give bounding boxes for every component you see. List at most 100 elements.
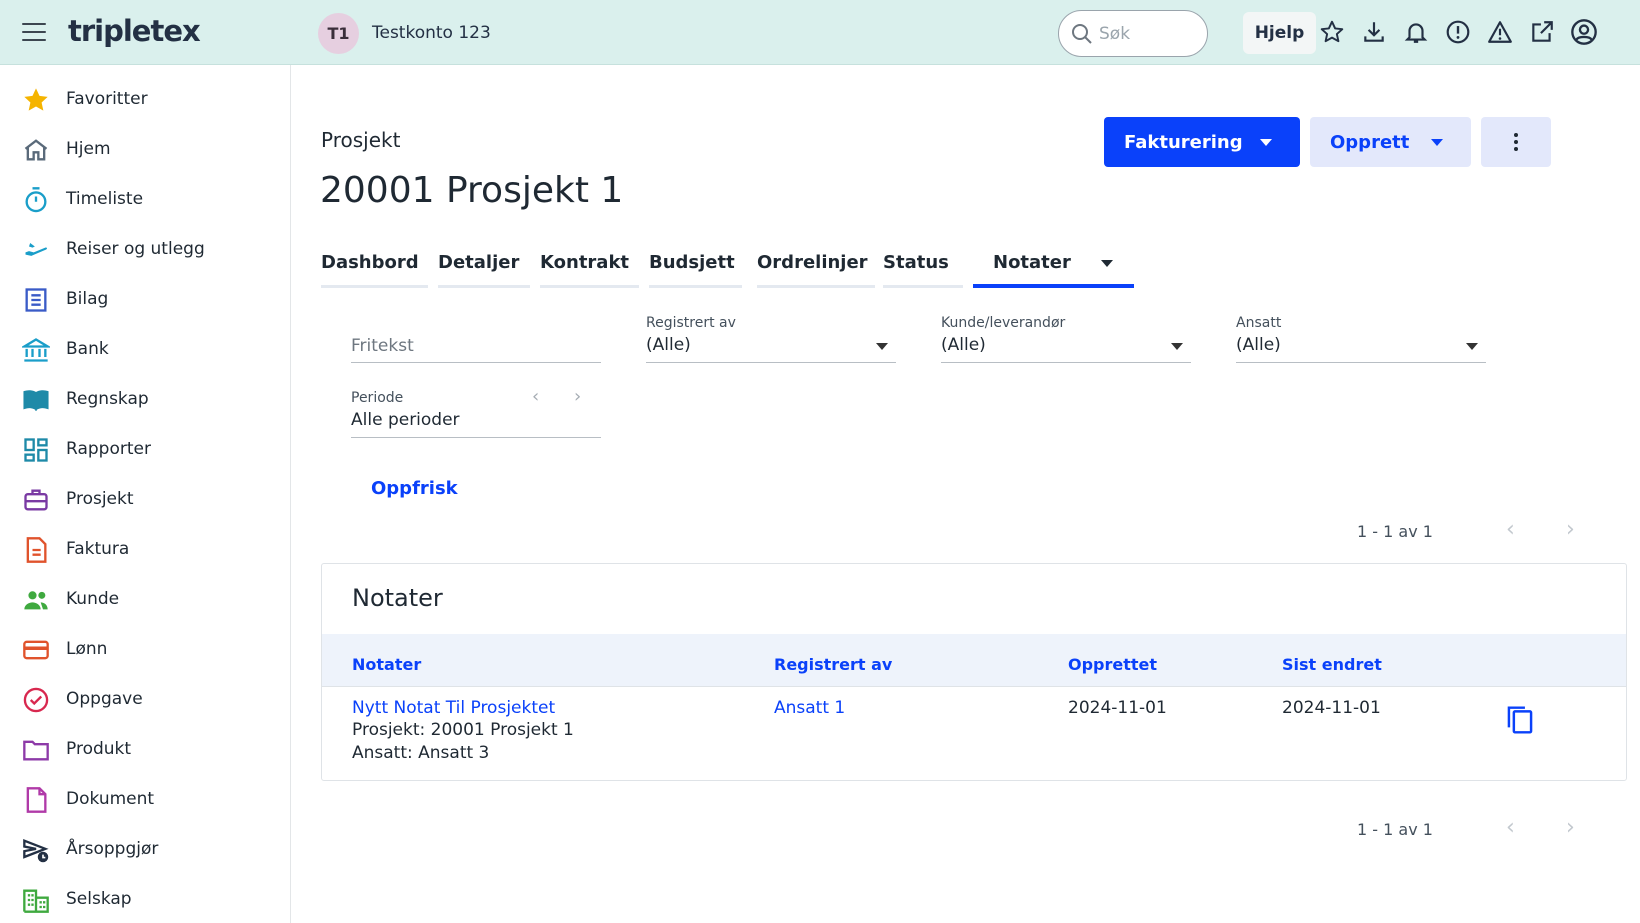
sidebar-item-faktura[interactable]: Faktura — [0, 526, 290, 572]
caret-down-icon — [1100, 259, 1113, 267]
sidebar-item-favoritter[interactable]: Favoritter — [0, 76, 290, 122]
sidebar-item-produkt[interactable]: Produkt — [0, 726, 290, 772]
star-icon[interactable] — [1318, 18, 1346, 46]
chevron-right-icon[interactable]: › — [1566, 815, 1575, 840]
column-header-sist-endret[interactable]: Sist endret — [1282, 655, 1382, 674]
ansatt-label: Ansatt — [1236, 315, 1282, 331]
sidebar-item-label: Produkt — [66, 739, 132, 759]
modified-date: 2024-11-01 — [1282, 698, 1381, 718]
menu-icon[interactable] — [22, 23, 46, 41]
book-icon — [23, 390, 49, 411]
search-input[interactable]: Søk — [1058, 10, 1208, 57]
tab-budsjett[interactable]: Budsjett — [649, 240, 742, 288]
help-button[interactable]: Hjelp — [1243, 12, 1316, 54]
warning-icon[interactable] — [1486, 18, 1514, 46]
company-switcher[interactable]: T1 Testkonto 123 — [318, 12, 491, 54]
refresh-button[interactable]: Oppfrisk — [371, 478, 458, 499]
people-icon — [24, 591, 48, 610]
note-project: Prosjekt: 20001 Prosjekt 1 — [352, 720, 574, 740]
receipt-icon — [25, 288, 47, 312]
registrert-av-select[interactable]: Registrert av (Alle) — [646, 315, 896, 363]
column-header-opprettet[interactable]: Opprettet — [1068, 655, 1157, 674]
kunde-leverandor-label: Kunde/leverandør — [941, 315, 1066, 331]
sidebar-item-selskap[interactable]: Selskap — [0, 876, 290, 922]
column-header-notater[interactable]: Notater — [352, 655, 421, 674]
bell-icon[interactable] — [1402, 18, 1430, 46]
sidebar-item-label: Timeliste — [66, 189, 144, 209]
sidebar-item-label: Favoritter — [66, 89, 148, 109]
caret-down-icon — [876, 343, 888, 350]
sidebar-item-rapporter[interactable]: Rapporter — [0, 426, 290, 472]
more-options-button[interactable] — [1481, 117, 1551, 167]
stopwatch-icon — [25, 187, 47, 213]
note-title-link[interactable]: Nytt Notat Til Prosjektet — [352, 698, 555, 718]
sidebar-item-dokument[interactable]: Dokument — [0, 776, 290, 822]
bank-icon — [22, 338, 50, 362]
tab-dashbord[interactable]: Dashbord — [321, 240, 428, 288]
registrert-av-label: Registrert av — [646, 315, 736, 331]
registrert-av-value: (Alle) — [646, 335, 691, 355]
fakturering-label: Fakturering — [1124, 131, 1243, 153]
sidebar-item-label: Bank — [66, 339, 109, 359]
airplane-icon — [24, 243, 48, 260]
table-header: Notater Registrert av Opprettet Sist end… — [322, 634, 1626, 687]
home-icon — [24, 139, 48, 161]
sidebar-item-arsoppgjor[interactable]: Årsoppgjør — [0, 826, 290, 872]
breadcrumb[interactable]: Prosjekt — [321, 128, 400, 152]
sidebar-item-label: Prosjekt — [66, 489, 134, 509]
notes-card: Notater Notater Registrert av Opprettet … — [321, 563, 1627, 781]
sidebar-item-kunde[interactable]: Kunde — [0, 576, 290, 622]
sidebar-item-timeliste[interactable]: Timeliste — [0, 176, 290, 222]
sidebar-item-prosjekt[interactable]: Prosjekt — [0, 476, 290, 522]
fritekst-field[interactable]: Fritekst — [351, 315, 601, 363]
page-title: 20001 Prosjekt 1 — [320, 170, 624, 211]
chevron-left-icon[interactable]: ‹ — [1506, 815, 1515, 840]
created-date: 2024-11-01 — [1068, 698, 1167, 718]
registered-by-link[interactable]: Ansatt 1 — [774, 698, 845, 718]
fritekst-placeholder: Fritekst — [351, 336, 414, 356]
top-bar: tripletex T1 Testkonto 123 Søk Hjelp — [0, 0, 1640, 65]
sidebar-item-reiser[interactable]: Reiser og utlegg — [0, 226, 290, 272]
fakturering-button[interactable]: Fakturering — [1104, 117, 1300, 167]
tripletex-logo[interactable]: tripletex — [68, 14, 201, 48]
sidebar-item-lonn[interactable]: Lønn — [0, 626, 290, 672]
chevron-right-icon[interactable]: › — [574, 386, 581, 407]
periode-field[interactable]: Periode Alle perioder — [351, 390, 601, 438]
sidebar-item-oppgave[interactable]: Oppgave — [0, 676, 290, 722]
opprett-button[interactable]: Opprett — [1310, 117, 1471, 167]
sidebar-item-bilag[interactable]: Bilag — [0, 276, 290, 322]
copy-icon[interactable] — [1505, 704, 1535, 736]
tab-status[interactable]: Status — [883, 240, 963, 288]
ansatt-value: (Alle) — [1236, 335, 1281, 355]
sidebar-item-label: Kunde — [66, 589, 120, 609]
tab-kontrakt[interactable]: Kontrakt — [540, 240, 639, 288]
tab-notater[interactable]: Notater — [973, 240, 1134, 288]
invoice-icon — [26, 537, 47, 563]
ansatt-select[interactable]: Ansatt (Alle) — [1236, 315, 1486, 363]
sidebar-item-label: Årsoppgjør — [66, 839, 159, 859]
pager-text: 1 - 1 av 1 — [1357, 522, 1433, 541]
year-end-icon — [23, 838, 49, 863]
alert-circle-icon[interactable] — [1444, 18, 1472, 46]
sidebar: Favoritter Hjem Timeliste Reiser og utle… — [0, 65, 291, 923]
search-icon — [1072, 23, 1092, 44]
caret-down-icon — [1171, 343, 1183, 350]
download-icon[interactable] — [1360, 18, 1388, 46]
sidebar-item-regnskap[interactable]: Regnskap — [0, 376, 290, 422]
chevron-right-icon[interactable]: › — [1566, 517, 1575, 542]
sidebar-item-hjem[interactable]: Hjem — [0, 126, 290, 172]
sidebar-item-label: Oppgave — [66, 689, 143, 709]
sidebar-item-label: Dokument — [66, 789, 155, 809]
tab-detaljer[interactable]: Detaljer — [438, 240, 530, 288]
chevron-left-icon[interactable]: ‹ — [532, 386, 539, 407]
opprett-label: Opprett — [1330, 131, 1410, 153]
user-circle-icon[interactable] — [1570, 18, 1598, 46]
sidebar-item-bank[interactable]: Bank — [0, 326, 290, 372]
column-header-registrert-av[interactable]: Registrert av — [774, 655, 892, 674]
kunde-leverandor-select[interactable]: Kunde/leverandør (Alle) — [941, 315, 1191, 363]
chevron-left-icon[interactable]: ‹ — [1506, 517, 1515, 542]
sidebar-item-label: Hjem — [66, 139, 111, 159]
building-icon — [23, 889, 49, 913]
external-link-icon[interactable] — [1528, 18, 1556, 46]
tab-ordrelinjer[interactable]: Ordrelinjer — [757, 240, 875, 288]
